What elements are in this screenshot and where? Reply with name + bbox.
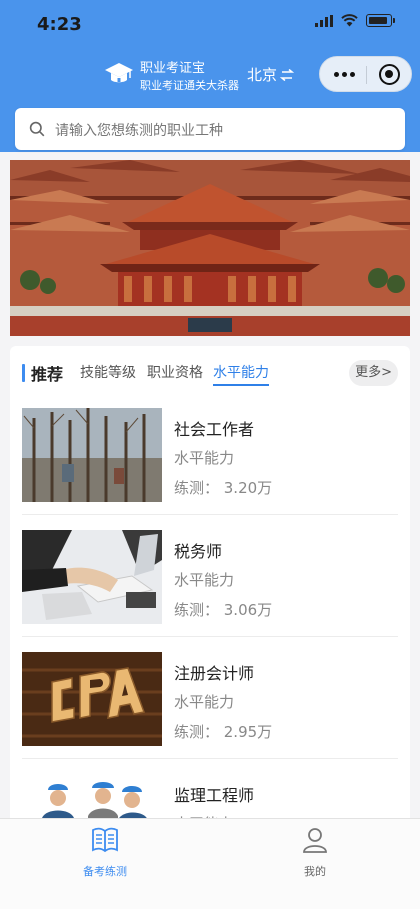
status-bar: 4:23: [0, 0, 420, 50]
search-box[interactable]: 请输入您想练测的职业工种: [15, 108, 405, 150]
list-item[interactable]: 注册会计师 水平能力 练测： 2.95万: [10, 652, 410, 774]
city-selector[interactable]: 北京: [247, 64, 295, 85]
more-button[interactable]: 更多>: [349, 360, 398, 386]
mini-program-capsule: [319, 56, 412, 92]
app-title: 职业考证宝: [140, 61, 206, 76]
thumbnail-social-worker: [22, 408, 162, 502]
switch-arrows-icon: [280, 68, 295, 81]
more-dots-icon[interactable]: [332, 67, 356, 81]
list-item[interactable]: 社会工作者 水平能力 练测： 3.20万: [10, 408, 410, 530]
book-icon: [92, 827, 118, 853]
item-count: 练测： 2.95万: [174, 723, 273, 741]
palace-illustration: [10, 160, 410, 336]
item-count: 练测： 3.06万: [174, 601, 273, 619]
status-time: 4:23: [37, 14, 82, 35]
tab-bar: 推荐 技能等级 职业资格 水平能力 更多>: [10, 346, 410, 398]
item-category: 水平能力: [174, 693, 235, 711]
user-icon: [303, 828, 327, 853]
item-count: 练测： 3.20万: [174, 479, 273, 497]
divider: [22, 758, 398, 759]
list-item[interactable]: 税务师 水平能力 练测： 3.06万: [10, 530, 410, 652]
recommend-heading: 推荐: [31, 365, 64, 384]
tab-professional-qualification[interactable]: 职业资格: [147, 362, 203, 382]
item-title: 注册会计师: [174, 664, 255, 683]
tab-skill-level[interactable]: 技能等级: [80, 362, 136, 382]
app-subtitle: 职业考证通关大杀器: [140, 79, 239, 92]
divider: [22, 514, 398, 515]
item-category: 水平能力: [174, 449, 235, 467]
graduation-cap-icon: [105, 63, 133, 83]
search-icon: [29, 121, 45, 137]
status-icons: [315, 14, 395, 27]
search-placeholder: 请输入您想练测的职业工种: [55, 123, 223, 139]
top-header: 4:23 职业考证宝 职业考证通关大杀器 北京 请输入您想练测的职业工种: [0, 0, 420, 152]
divider: [22, 636, 398, 637]
battery-icon: [366, 14, 395, 27]
target-icon[interactable]: [379, 64, 400, 85]
nav-bar: 职业考证宝 职业考证通关大杀器 北京: [0, 52, 420, 98]
capsule-divider: [366, 66, 367, 84]
city-label: 北京: [247, 66, 278, 84]
item-title: 税务师: [174, 542, 223, 561]
tab-level-ability[interactable]: 水平能力: [213, 362, 269, 386]
item-title: 监理工程师: [174, 786, 255, 805]
tabbar-item-practice[interactable]: 备考练测: [50, 825, 160, 879]
tabbar-item-mine[interactable]: 我的: [260, 825, 370, 879]
bottom-tab-bar: 备考练测 我的: [0, 818, 420, 909]
tabbar-label: 我的: [304, 865, 326, 878]
item-title: 社会工作者: [174, 420, 255, 439]
thumbnail-tax-advisor: [22, 530, 162, 624]
signal-icon: [315, 14, 333, 27]
thumbnail-cpa: [22, 652, 162, 746]
recommend-indicator: [22, 364, 25, 382]
banner-image[interactable]: [10, 160, 410, 336]
item-category: 水平能力: [174, 571, 235, 589]
wifi-icon: [341, 14, 358, 27]
tabbar-label: 备考练测: [83, 865, 127, 878]
recommend-card: 推荐 技能等级 职业资格 水平能力 更多> 社会工作者 水平能力 练测： 3.2…: [10, 346, 410, 868]
